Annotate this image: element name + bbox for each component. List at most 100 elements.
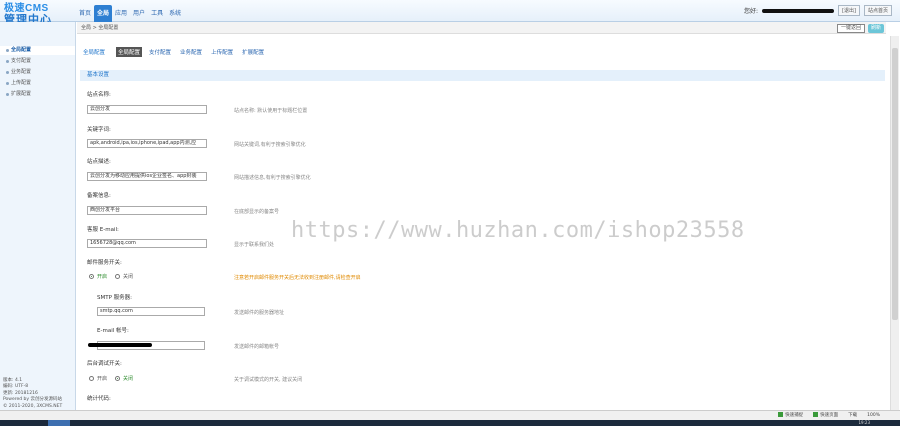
mail-off-radio[interactable] [115, 274, 121, 279]
stats-label: 统计代码: [87, 396, 111, 402]
nav-users[interactable]: 用户 [130, 5, 148, 22]
clock: 19:23 [858, 420, 870, 425]
scroll-thumb[interactable] [892, 48, 898, 320]
description-hint: 网站描述信息,有利于搜索引擎优化 [234, 175, 311, 181]
sidebar-item-global[interactable]: 全局配置 [0, 46, 75, 55]
bullet-icon [6, 60, 9, 63]
user-bar: 您好: [退出] 站点首页 [744, 5, 892, 16]
site-home-button[interactable]: 站点首页 [863, 5, 892, 16]
browser-statusbar: 快速捕捉 快速页面 下载 100% [0, 410, 900, 420]
description-input[interactable]: 云创分发为移动应用提供ios企业签名、app封装 [87, 172, 207, 181]
top-nav: 首页 全局 应用 用户 工具 系统 [76, 5, 184, 22]
capture-icon [778, 412, 784, 417]
site-name-hint: 站点名称: 默认使用于标题栏位置 [234, 108, 308, 114]
redacted-username [762, 8, 835, 13]
section-title: 基本设置 [80, 70, 885, 81]
mail-account-hint: 发送邮件的邮箱帐号 [234, 344, 280, 350]
main-content: 全局 > 全局配置 一键返回 刷新 全局配置 全局配置 支付配置 业务配置 上传… [77, 22, 886, 412]
backend-open-label: 开启 [97, 376, 108, 382]
os-taskbar: 19:23 [0, 420, 900, 426]
status-capture[interactable]: 快速捕捉 [778, 412, 803, 420]
powered-by: Powered by 云创分发源码站 [3, 397, 63, 402]
sidebar-item-business[interactable]: 业务配置 [0, 68, 75, 77]
vertical-scrollbar[interactable] [890, 36, 899, 410]
sidebar-item-label: 扩展配置 [11, 91, 32, 97]
smtp-input[interactable]: smtp.qq.com [97, 307, 205, 316]
app-window: 极速CMS 管理中心 首页 全局 应用 用户 工具 系统 您好: [退出] 站点… [0, 0, 900, 426]
status-capture-label: 快速捕捉 [785, 413, 804, 418]
logo-title: 极速CMS [4, 3, 49, 14]
smtp-label: SMTP 服务器: [97, 295, 133, 301]
status-download-label: 下载 [848, 413, 858, 418]
tab-upload[interactable]: 上传配置 [209, 47, 235, 57]
status-items: 快速捕捉 快速页面 下载 100% [778, 412, 880, 420]
refresh-button[interactable]: 刷新 [867, 24, 884, 33]
backend-close-label: 关闭 [123, 376, 134, 382]
backend-switch-label: 后台调试开关: [87, 361, 122, 367]
sidebar-item-label: 业务配置 [11, 69, 32, 75]
site-name-input[interactable]: 云创分发 [87, 105, 207, 114]
bullet-icon [6, 82, 9, 85]
status-page[interactable]: 快速页面 [813, 412, 838, 420]
bullet-icon [6, 93, 9, 96]
breadcrumb-bar: 全局 > 全局配置 一键返回 刷新 [77, 22, 886, 34]
email-hint: 显示于联系我们处 [234, 242, 275, 248]
keywords-label: 关键字词: [87, 127, 111, 133]
nav-apps[interactable]: 应用 [112, 5, 130, 22]
watermark: https://www.huzhan.com/ishop23558 [291, 218, 745, 243]
sidebar: 全局配置 支付配置 业务配置 上传配置 扩展配置 版本: 4.1 编码: UTF… [0, 22, 76, 412]
tabs-title: 全局配置 [83, 50, 106, 56]
description-label: 站点描述: [87, 159, 111, 165]
backend-switch-radios: 开启 关闭 [89, 375, 138, 382]
top-header: 极速CMS 管理中心 首页 全局 应用 用户 工具 系统 您好: [退出] 站点… [0, 0, 900, 26]
start-button[interactable] [48, 420, 70, 426]
email-input[interactable]: 1656728@qq.com [87, 239, 207, 248]
site-name-label: 站点名称: [87, 92, 111, 98]
mail-off-label: 关闭 [123, 274, 134, 280]
nav-home[interactable]: 首页 [76, 5, 94, 22]
mail-account-label: E-mail 帐号: [97, 328, 129, 334]
config-tabs: 全局配置 全局配置 支付配置 业务配置 上传配置 扩展配置 [83, 47, 266, 57]
backend-switch-hint: 关于调试模式的开关, 建议关闭 [234, 377, 303, 383]
sidebar-footer: 版本: 4.1 编码: UTF-8 更新: 20181216 Powered b… [3, 378, 62, 411]
mail-switch-label: 邮件服务开关: [87, 260, 122, 266]
keywords-hint: 网站关键词,有利于搜索引擎优化 [234, 142, 306, 148]
tab-payment[interactable]: 支付配置 [147, 47, 173, 57]
mail-switch-radios: 开启 关闭 [89, 273, 138, 280]
status-zoom-label: 100% [867, 413, 880, 418]
redacted-mail-account [88, 343, 152, 347]
tab-global[interactable]: 全局配置 [116, 47, 143, 57]
sidebar-item-label: 支付配置 [11, 58, 32, 64]
sidebar-item-upload[interactable]: 上传配置 [0, 79, 75, 88]
back-button[interactable]: 一键返回 [836, 24, 865, 33]
status-zoom[interactable]: 100% [867, 412, 880, 420]
tab-business[interactable]: 业务配置 [178, 47, 204, 57]
mail-on-label: 开启 [97, 274, 108, 280]
email-label: 客服 E-mail: [87, 227, 119, 233]
keywords-input[interactable]: apk,android,ipa,ios,iphone,ipad,app内测,应 [87, 139, 207, 148]
sidebar-item-label: 上传配置 [11, 80, 32, 86]
sidebar-item-label: 全局配置 [11, 47, 32, 53]
nav-tools[interactable]: 工具 [148, 5, 166, 22]
sidebar-item-extension[interactable]: 扩展配置 [0, 90, 75, 99]
bullet-icon [6, 71, 9, 74]
logout-button[interactable]: [退出] [838, 5, 860, 16]
bullet-icon [6, 49, 9, 52]
icp-hint: 在底部显示的备案号 [234, 209, 280, 215]
user-greeting: 您好: [744, 8, 759, 15]
nav-system[interactable]: 系统 [166, 5, 184, 22]
sidebar-item-payment[interactable]: 支付配置 [0, 57, 75, 66]
mail-switch-hint: 注意若开启邮件服务开关后无法收到注册邮件,请检查开启 [234, 275, 361, 281]
mail-on-radio[interactable] [89, 274, 94, 279]
backend-open-radio[interactable] [89, 376, 94, 381]
icp-label: 备案信息: [87, 193, 111, 199]
breadcrumb-actions: 一键返回 刷新 [836, 24, 884, 33]
status-download[interactable]: 下载 [848, 412, 857, 420]
nav-global[interactable]: 全局 [94, 5, 113, 22]
tab-extension[interactable]: 扩展配置 [240, 47, 266, 57]
backend-close-radio[interactable] [115, 376, 121, 381]
icp-input[interactable]: 西创分发平台 [87, 206, 207, 215]
status-page-label: 快速页面 [820, 413, 839, 418]
page-icon [813, 412, 819, 417]
